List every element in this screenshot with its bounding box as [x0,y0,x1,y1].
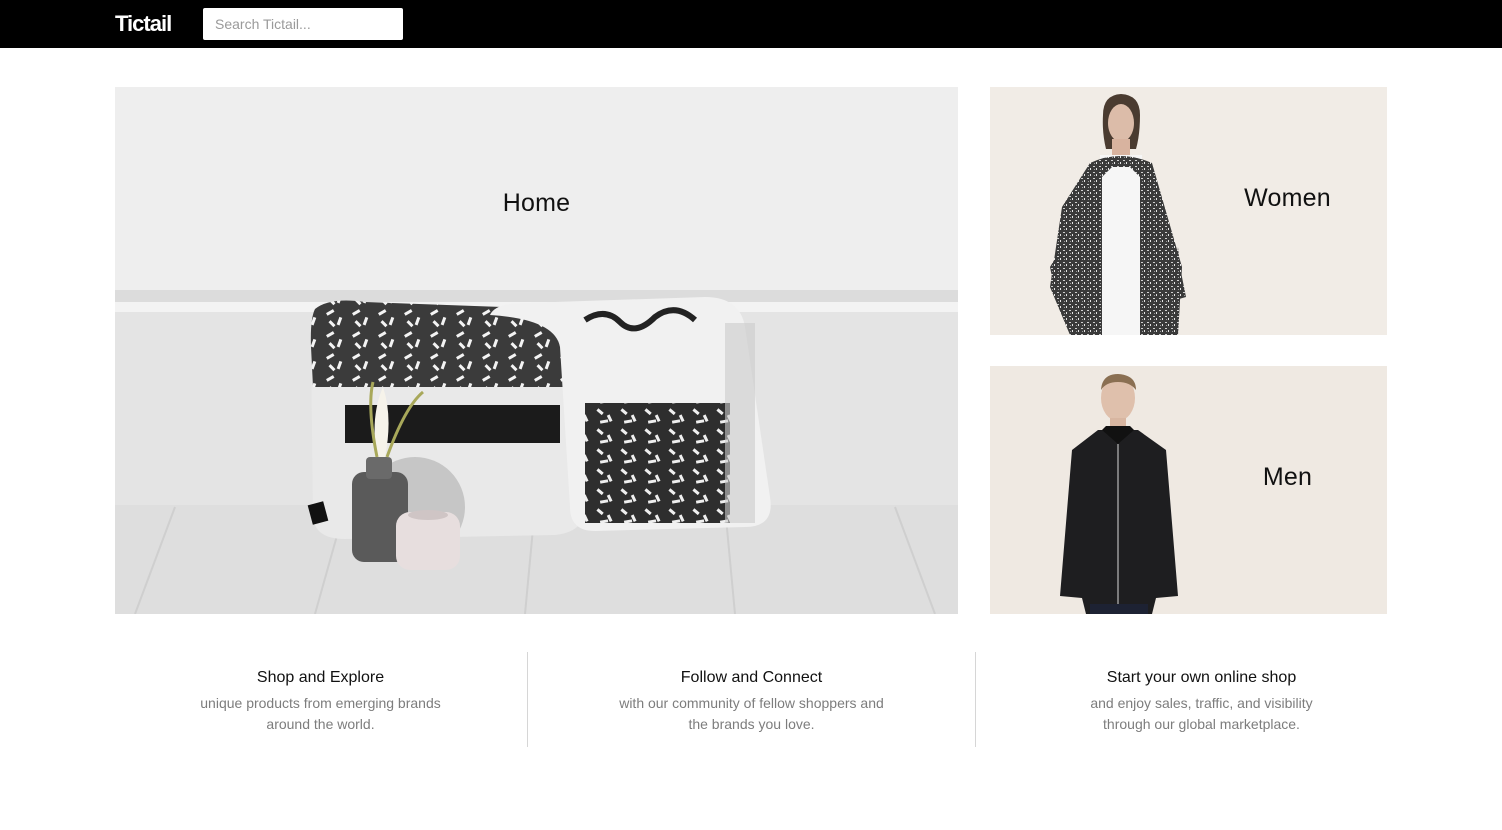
women-category-label: Women [1244,184,1331,212]
feature-start-online-shop: Start your own online shop and enjoy sal… [975,652,1427,747]
feature-description: with our community of fellow shoppers an… [619,695,884,732]
tictail-logo[interactable]: Tictail [115,11,172,37]
home-category-label: Home [502,189,571,217]
feature-follow-and-connect: Follow and Connect with our community of… [527,652,975,747]
feature-description: and enjoy sales, traffic, and visibility… [1090,695,1313,732]
feature-title: Follow and Connect [680,669,823,686]
category-tile-men[interactable]: Men [990,366,1387,614]
men-category-label: Men [1262,463,1313,491]
search-input[interactable] [203,8,403,40]
feature-shop-and-explore: Shop and Explore unique products from em… [115,652,526,747]
top-navigation-bar: Tictail [0,0,1502,48]
feature-section: Shop and Explore unique products from em… [115,652,1387,747]
feature-description: unique products from emerging brands aro… [200,695,441,732]
feature-title: Shop and Explore [256,669,385,686]
home-category-image [115,87,958,614]
feature-title: Start your own online shop [1106,669,1297,686]
category-tile-home[interactable]: Home [115,87,958,614]
category-tile-women[interactable]: Women [990,87,1387,335]
